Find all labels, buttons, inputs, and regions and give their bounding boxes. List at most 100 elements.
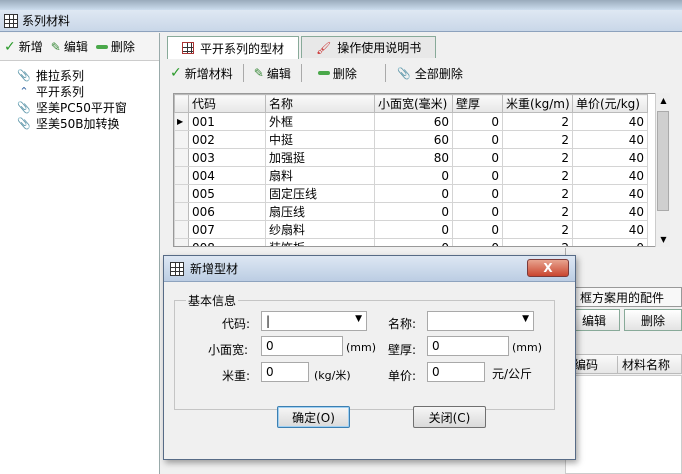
price-input[interactable]: 0 xyxy=(427,362,485,382)
edit-series-button[interactable]: ✎ 编辑 xyxy=(51,38,88,55)
name-combobox[interactable]: ▼ xyxy=(427,311,534,331)
tree-item-label: 坚美PC50平开窗 xyxy=(36,100,127,115)
delete-material-button[interactable]: 删除 xyxy=(317,65,357,82)
accessories-tab[interactable]: 框方案用的配件 xyxy=(575,287,682,307)
add-series-button[interactable]: ✓ 新增 xyxy=(4,38,43,55)
cell-name[interactable]: 装饰板 xyxy=(265,238,375,246)
cell-thickness[interactable]: 0 xyxy=(452,130,503,149)
ok-button[interactable]: 确定(O) xyxy=(277,406,350,428)
cell-width[interactable]: 0 xyxy=(374,166,453,185)
cell-code[interactable]: 003 xyxy=(188,148,266,167)
cell-weight[interactable]: 2 xyxy=(502,166,573,185)
cell-code[interactable]: 005 xyxy=(188,184,266,203)
cell-weight[interactable]: 2 xyxy=(502,148,573,167)
cell-name[interactable]: 外框 xyxy=(265,112,375,131)
cell-price[interactable]: 40 xyxy=(572,130,648,149)
cell-code[interactable]: 002 xyxy=(188,130,266,149)
cell-thickness[interactable]: 0 xyxy=(452,238,503,246)
close-button[interactable]: 关闭(C) xyxy=(413,406,486,428)
cell-width[interactable]: 80 xyxy=(374,148,453,167)
cell-name[interactable]: 加强挺 xyxy=(265,148,375,167)
delete-all-button[interactable]: 📎 全部删除 xyxy=(396,65,463,82)
table-row[interactable]: 008 装饰板 0 0 2 0 xyxy=(174,238,648,246)
code-label: 代码: xyxy=(222,317,251,331)
tab-profiles[interactable]: 平开系列的型材 xyxy=(167,36,300,59)
cell-code[interactable]: 006 xyxy=(188,202,266,221)
scroll-down-icon[interactable]: ▼ xyxy=(656,232,671,247)
cell-price[interactable]: 40 xyxy=(572,184,648,203)
cell-price[interactable]: 40 xyxy=(572,220,648,239)
cell-code[interactable]: 004 xyxy=(188,166,266,185)
dialog-title-bar[interactable]: 新增型材 xyxy=(164,256,575,282)
col-header-thickness[interactable]: 壁厚 xyxy=(452,94,503,113)
cell-weight[interactable]: 2 xyxy=(502,202,573,221)
accessories-grid xyxy=(565,375,682,474)
cell-name[interactable]: 扇压线 xyxy=(265,202,375,221)
cell-name[interactable]: 纱扇料 xyxy=(265,220,375,239)
cell-weight[interactable]: 2 xyxy=(502,184,573,203)
edit-material-button[interactable]: ✎ 编辑 xyxy=(254,65,291,82)
tree-item-50b[interactable]: 📎 坚美50B加转换 xyxy=(10,115,159,131)
dialog-close-button[interactable]: X xyxy=(527,259,569,277)
cell-code[interactable]: 008 xyxy=(188,238,266,246)
cell-code[interactable]: 007 xyxy=(188,220,266,239)
chevron-down-icon[interactable]: ▼ xyxy=(355,314,362,324)
width-unit: (mm) xyxy=(346,341,377,354)
table-row[interactable]: 003 加强挺 80 0 2 40 xyxy=(174,148,648,167)
tab-manual[interactable]: 🖌 操作使用说明书 xyxy=(301,36,437,58)
cell-width[interactable]: 0 xyxy=(374,184,453,203)
cell-width[interactable]: 0 xyxy=(374,220,453,239)
add-material-button[interactable]: ✓ 新增材料 xyxy=(170,65,233,82)
cell-width[interactable]: 60 xyxy=(374,112,453,131)
col-header-material-name[interactable]: 材料名称 xyxy=(618,356,670,373)
table-row[interactable]: 005 固定压线 0 0 2 40 xyxy=(174,184,648,203)
cell-thickness[interactable]: 0 xyxy=(452,112,503,131)
cell-code[interactable]: 001 xyxy=(188,112,266,131)
table-row[interactable]: ▶ 001 外框 60 0 2 40 xyxy=(174,112,648,131)
cell-thickness[interactable]: 0 xyxy=(452,202,503,221)
code-combobox[interactable]: | ▼ xyxy=(261,311,367,331)
col-header-name[interactable]: 名称 xyxy=(265,94,375,113)
scroll-up-icon[interactable]: ▲ xyxy=(656,93,671,108)
tree-item-casement[interactable]: ⌃ 平开系列 xyxy=(10,83,159,99)
cell-price[interactable]: 0 xyxy=(572,238,648,246)
table-row[interactable]: 006 扇压线 0 0 2 40 xyxy=(174,202,648,221)
table-vertical-scrollbar[interactable]: ▲ ▼ xyxy=(655,93,670,247)
dialog-title: 新增型材 xyxy=(190,262,239,276)
col-header-width[interactable]: 小面宽(毫米) xyxy=(374,94,453,113)
col-header-weight[interactable]: 米重(kg/m) xyxy=(502,94,573,113)
cell-width[interactable]: 0 xyxy=(374,202,453,221)
cell-price[interactable]: 40 xyxy=(572,148,648,167)
thickness-input[interactable]: 0 xyxy=(427,336,509,356)
tree-item-pc50[interactable]: 📎 坚美PC50平开窗 xyxy=(10,99,159,115)
col-header-code[interactable]: 代码 xyxy=(188,94,266,113)
delete-series-button[interactable]: 删除 xyxy=(95,38,135,55)
chevron-down-icon[interactable]: ▼ xyxy=(522,314,529,324)
cell-name[interactable]: 中挺 xyxy=(265,130,375,149)
cell-thickness[interactable]: 0 xyxy=(452,220,503,239)
cell-thickness[interactable]: 0 xyxy=(452,166,503,185)
col-header-price[interactable]: 单价(元/kg) xyxy=(572,94,648,113)
cell-weight[interactable]: 2 xyxy=(502,130,573,149)
cell-weight[interactable]: 2 xyxy=(502,112,573,131)
cell-thickness[interactable]: 0 xyxy=(452,184,503,203)
cell-weight[interactable]: 2 xyxy=(502,238,573,246)
width-input[interactable]: 0 xyxy=(261,336,343,356)
table-row[interactable]: 004 扇料 0 0 2 40 xyxy=(174,166,648,185)
scroll-thumb[interactable] xyxy=(657,111,669,211)
cell-thickness[interactable]: 0 xyxy=(452,148,503,167)
cell-price[interactable]: 40 xyxy=(572,166,648,185)
cell-name[interactable]: 扇料 xyxy=(265,166,375,185)
table-row[interactable]: 007 纱扇料 0 0 2 40 xyxy=(174,220,648,239)
cell-price[interactable]: 40 xyxy=(572,202,648,221)
delete-accessory-button[interactable]: 删除 xyxy=(624,309,682,331)
table-row[interactable]: 002 中挺 60 0 2 40 xyxy=(174,130,648,149)
cell-weight[interactable]: 2 xyxy=(502,220,573,239)
tree-item-push-pull[interactable]: 📎 推拉系列 xyxy=(10,67,159,83)
cell-name[interactable]: 固定压线 xyxy=(265,184,375,203)
weight-input[interactable]: 0 xyxy=(261,362,309,382)
cell-width[interactable]: 0 xyxy=(374,238,453,246)
toolbar-separator xyxy=(242,64,244,82)
cell-price[interactable]: 40 xyxy=(572,112,648,131)
cell-width[interactable]: 60 xyxy=(374,130,453,149)
